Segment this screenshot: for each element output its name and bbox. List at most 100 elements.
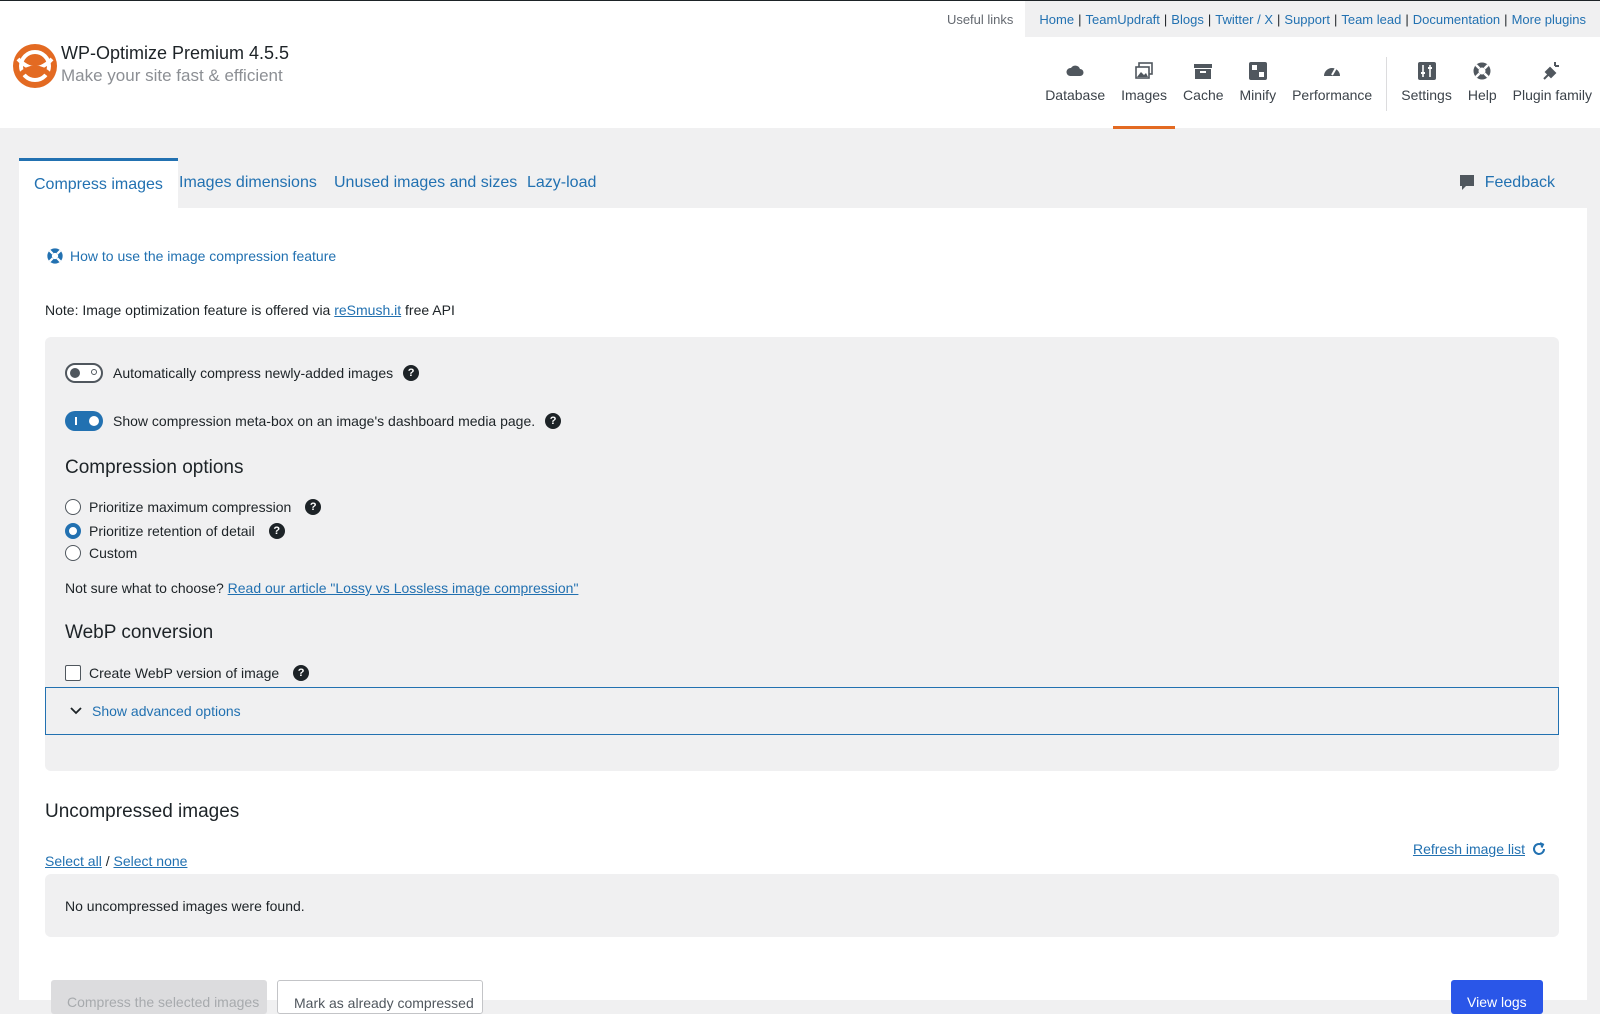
content-panel: Compress images Images dimensions Unused…: [19, 158, 1587, 1014]
mark-compressed-button[interactable]: Mark as already compressed: [277, 980, 483, 1014]
settings-sliders-icon: [1417, 62, 1436, 80]
no-images-message: No uncompressed images were found.: [65, 897, 305, 914]
meta-box-toggle[interactable]: [65, 411, 103, 431]
howto-link[interactable]: How to use the image compression feature: [46, 247, 336, 265]
meta-box-row: Show compression meta-box on an image's …: [65, 411, 562, 431]
link-blogs[interactable]: Blogs: [1171, 12, 1204, 27]
nav-minify-label: Minify: [1239, 87, 1277, 103]
radio-retention-row: Prioritize retention of detail ?: [65, 523, 285, 539]
nav-performance-label: Performance: [1292, 87, 1373, 103]
show-advanced-options[interactable]: Show advanced options: [45, 687, 1559, 735]
nav-images[interactable]: Images: [1113, 57, 1175, 129]
nav-plugin-family-label: Plugin family: [1512, 87, 1592, 103]
help-icon[interactable]: ?: [268, 523, 285, 539]
no-images-box: No uncompressed images were found.: [45, 874, 1559, 937]
webp-checkbox[interactable]: [65, 665, 81, 681]
view-logs-button[interactable]: View logs: [1451, 980, 1543, 1014]
compression-options-heading: Compression options: [65, 457, 244, 478]
tab-compress-images[interactable]: Compress images: [19, 158, 178, 208]
link-home[interactable]: Home: [1039, 12, 1074, 27]
help-icon[interactable]: ?: [545, 413, 562, 429]
lossy-lossless-note: Not sure what to choose? Read our articl…: [65, 580, 578, 596]
link-twitter[interactable]: Twitter / X: [1215, 12, 1273, 27]
useful-links-bar: Useful links Home | TeamUpdraft | Blogs | T…: [947, 1, 1600, 37]
link-teamupdraft[interactable]: TeamUpdraft: [1085, 12, 1159, 27]
feedback-icon: [1459, 175, 1474, 190]
advanced-label: Show advanced options: [92, 703, 241, 719]
feedback-link[interactable]: Feedback: [1459, 158, 1555, 208]
lifebuoy-icon: [1473, 62, 1491, 80]
wp-optimize-logo-icon: [13, 44, 57, 88]
feedback-label: Feedback: [1484, 174, 1555, 191]
nav-settings-label: Settings: [1401, 87, 1452, 103]
radio-max-row: Prioritize maximum compression ?: [65, 499, 322, 515]
link-documentation[interactable]: Documentation: [1413, 12, 1500, 27]
main-nav: Database Images Cache Minify Performance…: [1037, 57, 1600, 129]
tab-lazy-load[interactable]: Lazy-load: [512, 158, 611, 208]
plug-icon: [1543, 62, 1560, 80]
radio-max-compression[interactable]: [65, 499, 81, 515]
help-icon[interactable]: ?: [403, 365, 420, 381]
top-header: Useful links Home | TeamUpdraft | Blogs | T…: [0, 0, 1600, 129]
help-icon[interactable]: ?: [293, 665, 310, 681]
link-team-lead[interactable]: Team lead: [1341, 12, 1401, 27]
lifebuoy-icon: [47, 248, 63, 264]
note-prefix: Note: Image optimization feature is offe…: [45, 302, 335, 318]
tab-unused-images[interactable]: Unused images and sizes: [319, 158, 532, 208]
nav-performance[interactable]: Performance: [1284, 57, 1380, 129]
nav-database-label: Database: [1045, 87, 1106, 103]
nav-help-label: Help: [1467, 87, 1497, 103]
notsure-prefix: Not sure what to choose?: [65, 580, 228, 596]
chevron-down-icon: [70, 707, 82, 715]
auto-compress-row: Automatically compress newly-added image…: [65, 363, 420, 383]
nav-help[interactable]: Help: [1460, 57, 1505, 129]
dashboard-gauge-icon: [1324, 67, 1341, 76]
nav-settings[interactable]: Settings: [1393, 57, 1460, 129]
compress-selected-button[interactable]: Compress the selected images: [51, 980, 267, 1014]
tab-bar: Compress images Images dimensions Unused…: [19, 158, 1587, 208]
radio-retention-detail[interactable]: [65, 523, 81, 539]
resmush-link[interactable]: reSmush.it: [334, 302, 401, 318]
nav-divider: [1386, 57, 1388, 111]
radio-custom-label: Custom: [89, 545, 138, 561]
howto-label: How to use the image compression feature: [70, 248, 337, 264]
select-none-link[interactable]: Select none: [113, 853, 187, 869]
note-suffix: free API: [401, 302, 455, 318]
link-more-plugins[interactable]: More plugins: [1512, 12, 1586, 27]
compression-settings: Automatically compress newly-added image…: [45, 337, 1559, 771]
refresh-image-list[interactable]: Refresh image list: [1413, 841, 1547, 857]
refresh-icon: [1533, 842, 1545, 855]
radio-retention-label: Prioritize retention of detail: [89, 523, 255, 539]
radio-custom[interactable]: [65, 545, 81, 561]
tab-images-dimensions[interactable]: Images dimensions: [164, 158, 332, 208]
uncompressed-heading: Uncompressed images: [45, 801, 240, 822]
webp-label: Create WebP version of image: [89, 665, 280, 681]
link-support[interactable]: Support: [1284, 12, 1330, 27]
minify-grid-icon: [1248, 62, 1267, 80]
api-note: Note: Image optimization feature is offe…: [45, 302, 455, 318]
nav-plugin-family[interactable]: Plugin family: [1505, 57, 1600, 129]
images-icon: [1135, 62, 1153, 79]
webp-row: Create WebP version of image ?: [65, 665, 310, 681]
refresh-link[interactable]: Refresh image list: [1413, 841, 1525, 857]
lossy-lossless-article-link[interactable]: Read our article "Lossy vs Lossless imag…: [228, 580, 579, 596]
archive-box-icon: [1194, 64, 1213, 79]
select-separator: /: [101, 853, 114, 869]
auto-compress-toggle[interactable]: [65, 363, 103, 383]
radio-custom-row: Custom: [65, 545, 137, 561]
cloud-database-icon: [1066, 65, 1084, 76]
radio-max-label: Prioritize maximum compression: [89, 499, 292, 515]
select-links: Select all / Select none: [45, 853, 187, 869]
nav-minify[interactable]: Minify: [1232, 57, 1285, 129]
nav-cache[interactable]: Cache: [1175, 57, 1231, 129]
meta-box-label: Show compression meta-box on an image's …: [113, 413, 536, 429]
help-icon[interactable]: ?: [305, 499, 322, 515]
select-all-link[interactable]: Select all: [45, 853, 102, 869]
useful-links-list: Home | TeamUpdraft | Blogs | Twitter / X | S…: [1025, 1, 1600, 37]
auto-compress-label: Automatically compress newly-added image…: [113, 365, 394, 381]
brand-title: WP-Optimize Premium 4.5.5: [61, 43, 290, 63]
nav-database[interactable]: Database: [1037, 57, 1113, 129]
nav-images-label: Images: [1121, 87, 1168, 103]
webp-heading: WebP conversion: [65, 622, 214, 643]
useful-links-label: Useful links: [946, 11, 1014, 27]
